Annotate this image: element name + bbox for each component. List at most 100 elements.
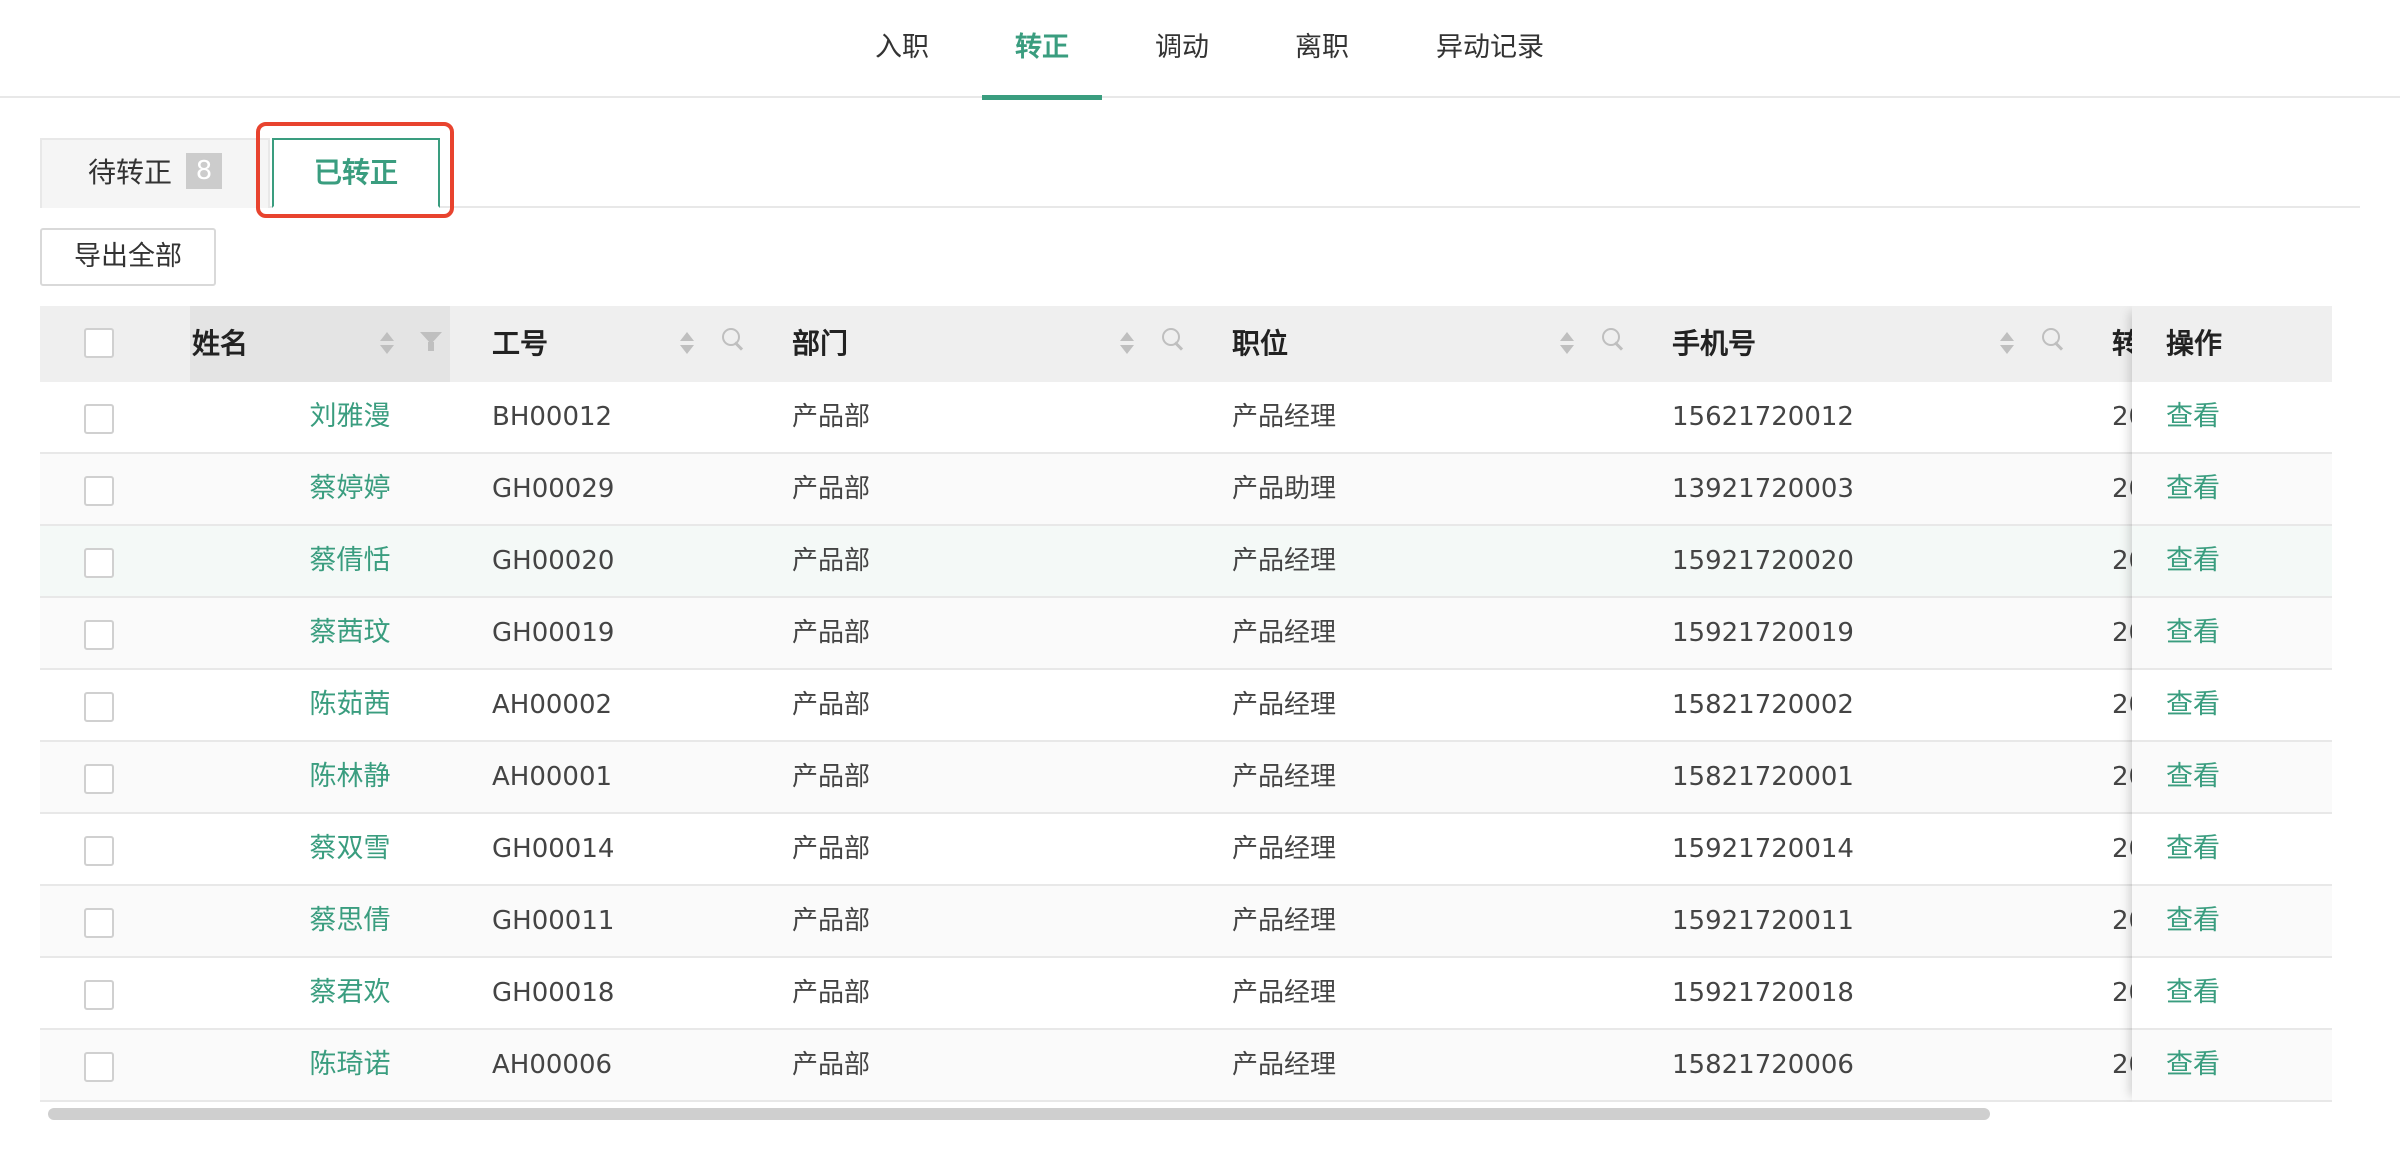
filter-icon[interactable]: [420, 332, 442, 352]
employee-id: GH00019: [492, 618, 615, 648]
view-link[interactable]: 查看: [2132, 526, 2332, 596]
phone-number: 15921720020: [1672, 546, 1854, 576]
row-checkbox[interactable]: [84, 692, 114, 722]
position: 产品经理: [1232, 906, 1337, 936]
position: 产品经理: [1232, 834, 1337, 864]
header-checkbox-cell: [40, 306, 190, 382]
row-checkbox[interactable]: [84, 1052, 114, 1082]
regularization-date: 20: [2112, 690, 2134, 720]
table-row[interactable]: 蔡茜玟GH00019 产品部 产品经理 15921720019 20查看: [40, 598, 2332, 670]
employee-name-link[interactable]: 蔡茜玟: [190, 598, 510, 668]
regularization-date: 20: [2112, 906, 2134, 936]
header-phone[interactable]: 手机号: [1672, 306, 1972, 382]
nav-tab-resignation[interactable]: 离职: [1282, 0, 1362, 98]
table-row[interactable]: 蔡君欢GH00018 产品部 产品经理 15921720018 20查看: [40, 958, 2332, 1030]
employee-name-link[interactable]: 蔡婷婷: [190, 454, 510, 524]
row-checkbox[interactable]: [84, 764, 114, 794]
view-link[interactable]: 查看: [2132, 886, 2332, 956]
phone-number: 15621720012: [1672, 402, 1854, 432]
nav-tab-transfer[interactable]: 调动: [1142, 0, 1222, 98]
employee-name-link[interactable]: 陈茹茜: [190, 670, 510, 740]
view-link[interactable]: 查看: [2132, 814, 2332, 884]
nav-tab-regularization[interactable]: 转正: [982, 0, 1102, 100]
table-row[interactable]: 蔡倩恬GH00020 产品部 产品经理 15921720020 20查看: [40, 526, 2332, 598]
regularization-date: 20: [2112, 546, 2134, 576]
row-checkbox[interactable]: [84, 620, 114, 650]
employee-name-link[interactable]: 刘雅漫: [190, 382, 510, 452]
row-checkbox[interactable]: [84, 836, 114, 866]
phone-number: 15921720014: [1672, 834, 1854, 864]
employee-name-link[interactable]: 陈林静: [190, 742, 510, 812]
search-icon[interactable]: [1162, 328, 1186, 352]
employee-name-link[interactable]: 蔡思倩: [190, 886, 510, 956]
horizontal-scrollbar[interactable]: [48, 1108, 1990, 1120]
search-icon[interactable]: [1602, 328, 1626, 352]
department: 产品部: [792, 906, 871, 936]
employee-id: AH00002: [492, 690, 613, 720]
table-row[interactable]: 陈琦诺AH00006 产品部 产品经理 15821720006 20查看: [40, 1030, 2332, 1102]
regularization-date: 20: [2112, 834, 2134, 864]
nav-tab-change-records[interactable]: 异动记录: [1420, 0, 1560, 98]
phone-number: 15921720019: [1672, 618, 1854, 648]
table-row[interactable]: 蔡思倩GH00011 产品部 产品经理 15921720011 20查看: [40, 886, 2332, 958]
view-link[interactable]: 查看: [2132, 382, 2332, 452]
position: 产品经理: [1232, 762, 1337, 792]
header-position[interactable]: 职位: [1232, 306, 1532, 382]
highlight-annotation: [256, 122, 454, 218]
sort-icon[interactable]: [1120, 330, 1134, 358]
sort-icon[interactable]: [1560, 330, 1574, 358]
table-row[interactable]: 陈茹茜AH00002 产品部 产品经理 15821720002 20查看: [40, 670, 2332, 742]
position: 产品经理: [1232, 978, 1337, 1008]
row-checkbox[interactable]: [84, 476, 114, 506]
nav-tab-onboarding[interactable]: 入职: [862, 0, 942, 98]
header-regularization-date[interactable]: 转: [2112, 306, 2134, 382]
sort-icon[interactable]: [2000, 330, 2014, 358]
view-link[interactable]: 查看: [2132, 670, 2332, 740]
department: 产品部: [792, 1050, 871, 1080]
employee-id: AH00006: [492, 1050, 613, 1080]
select-all-checkbox[interactable]: [84, 328, 114, 358]
phone-number: 15921720011: [1672, 906, 1854, 936]
subtab-pending-label: 待转正: [87, 156, 172, 189]
phone-number: 15821720006: [1672, 1050, 1854, 1080]
table-row[interactable]: 陈林静AH00001 产品部 产品经理 15821720001 20查看: [40, 742, 2332, 814]
department: 产品部: [792, 690, 871, 720]
header-department[interactable]: 部门: [792, 306, 1092, 382]
header-position-label: 职位: [1232, 327, 1289, 360]
phone-number: 15821720001: [1672, 762, 1854, 792]
regularization-date: 20: [2112, 402, 2134, 432]
position: 产品助理: [1232, 474, 1337, 504]
row-checkbox[interactable]: [84, 908, 114, 938]
employee-name-link[interactable]: 蔡双雪: [190, 814, 510, 884]
view-link[interactable]: 查看: [2132, 958, 2332, 1028]
view-link[interactable]: 查看: [2132, 454, 2332, 524]
row-checkbox[interactable]: [84, 404, 114, 434]
employee-name-link[interactable]: 陈琦诺: [190, 1030, 510, 1100]
view-link[interactable]: 查看: [2132, 742, 2332, 812]
top-nav: 入职 转正 调动 离职 异动记录: [0, 0, 2400, 100]
export-all-button[interactable]: 导出全部: [40, 228, 216, 286]
sort-icon[interactable]: [380, 330, 394, 358]
row-checkbox[interactable]: [84, 980, 114, 1010]
phone-number: 15921720018: [1672, 978, 1854, 1008]
table-row[interactable]: 蔡婷婷GH00029 产品部 产品助理 13921720003 20查看: [40, 454, 2332, 526]
department: 产品部: [792, 474, 871, 504]
phone-number: 13921720003: [1672, 474, 1854, 504]
header-employee-id[interactable]: 工号: [492, 306, 692, 382]
sort-icon[interactable]: [680, 330, 694, 358]
table-row[interactable]: 蔡双雪GH00014 产品部 产品经理 15921720014 20查看: [40, 814, 2332, 886]
subtab-pending[interactable]: 待转正 8: [40, 138, 270, 208]
view-link[interactable]: 查看: [2132, 598, 2332, 668]
search-icon[interactable]: [2042, 328, 2066, 352]
employee-id: GH00014: [492, 834, 615, 864]
department: 产品部: [792, 402, 871, 432]
view-link[interactable]: 查看: [2132, 1030, 2332, 1100]
employee-name-link[interactable]: 蔡君欢: [190, 958, 510, 1028]
header-name[interactable]: 姓名: [190, 306, 450, 382]
employee-id: GH00018: [492, 978, 615, 1008]
department: 产品部: [792, 978, 871, 1008]
row-checkbox[interactable]: [84, 548, 114, 578]
table-row[interactable]: 刘雅漫BH00012 产品部 产品经理 15621720012 20查看: [40, 382, 2332, 454]
search-icon[interactable]: [722, 328, 746, 352]
employee-name-link[interactable]: 蔡倩恬: [190, 526, 510, 596]
